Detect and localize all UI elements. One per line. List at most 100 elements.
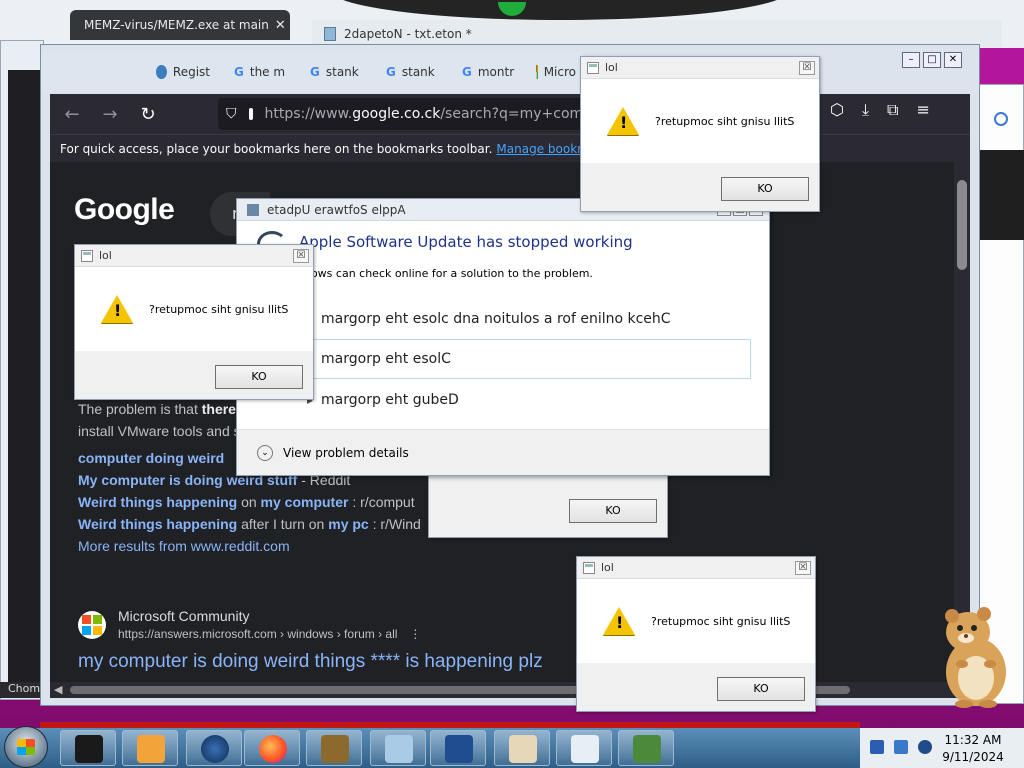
ko-button[interactable]: KO bbox=[569, 499, 657, 523]
menu-icon[interactable]: ≡ bbox=[916, 100, 929, 120]
ko-button[interactable]: KO bbox=[721, 177, 809, 201]
chevron-down-icon[interactable]: ⌄ bbox=[257, 444, 273, 461]
ghost-dark-panel bbox=[8, 70, 42, 690]
minimize-icon[interactable]: – bbox=[902, 52, 920, 68]
close-icon[interactable]: ☒ bbox=[293, 248, 309, 263]
window-controls: – □ ✕ bbox=[902, 52, 962, 68]
reload-icon[interactable]: ↻ bbox=[136, 104, 160, 125]
firefox-icon bbox=[259, 735, 287, 763]
horizontal-scrollbar[interactable]: ◀ bbox=[50, 682, 970, 698]
warning-icon: ! bbox=[101, 295, 133, 323]
ff-tab-1[interactable]: Regist bbox=[148, 58, 218, 86]
ko-button[interactable]: KO bbox=[717, 677, 805, 701]
ff-tab-label: stank bbox=[325, 65, 359, 79]
message-box-3: lol ☒ ! ?retupmoc siht gnisu llitS KO bbox=[576, 556, 816, 712]
display-icon[interactable] bbox=[894, 740, 908, 754]
microsoft-logo-icon bbox=[78, 611, 106, 639]
taskbar-app-3[interactable] bbox=[186, 730, 242, 766]
view-details-label: View problem details bbox=[283, 445, 409, 460]
option-debug[interactable]: margorp eht gubeD bbox=[307, 392, 459, 408]
close-tab-icon[interactable]: ✕ bbox=[275, 18, 286, 33]
terminal-icon bbox=[75, 735, 103, 763]
url-text: https://www.google.co.ck/search?q=my+com… bbox=[264, 106, 589, 122]
ghost-dark-strip bbox=[978, 150, 1024, 240]
ff-tab-label: stank bbox=[401, 65, 435, 79]
result-link-3[interactable]: Weird things happening on my computer : … bbox=[78, 494, 415, 510]
close-icon[interactable]: ✕ bbox=[944, 52, 962, 68]
message-text: ?retupmoc siht gnisu llitS bbox=[149, 302, 289, 316]
scroll-left-icon[interactable]: ◀ bbox=[54, 683, 62, 696]
result-source: Microsoft Community bbox=[118, 608, 250, 624]
toolbar-icons: ⬡ ⤓ ⧉ ≡ bbox=[830, 100, 930, 120]
ff-tab-label: montr bbox=[477, 65, 515, 79]
ff-tab-6[interactable]: Micro bbox=[528, 58, 584, 86]
message-box-2: lol ☒ ! ?retupmoc siht gnisu llitS KO bbox=[74, 244, 314, 400]
snippet-line-2: install VMware tools and s bbox=[78, 423, 241, 439]
taskbar-app-9[interactable] bbox=[556, 730, 612, 766]
network-icon[interactable] bbox=[870, 740, 884, 754]
taskbar-app-1[interactable] bbox=[60, 730, 116, 766]
result-url: https://answers.microsoft.com › windows … bbox=[118, 627, 422, 641]
pocket-icon[interactable]: ⬡ bbox=[830, 100, 844, 120]
ko-button[interactable]: KO bbox=[215, 365, 303, 389]
result-link-1[interactable]: computer doing weird bbox=[78, 450, 224, 466]
ff-tab-5[interactable]: G montr bbox=[454, 58, 528, 86]
ff-tab-label: Micro bbox=[543, 65, 576, 79]
clock-time[interactable]: 11:32 AM bbox=[928, 733, 1018, 747]
message-box-title: lol bbox=[601, 561, 614, 574]
message-box-title: lol bbox=[99, 249, 112, 262]
taskbar-app-10[interactable] bbox=[618, 730, 674, 766]
chrome-tab-label: MEMZ-virus/MEMZ.exe at main bbox=[84, 18, 269, 32]
back-icon[interactable]: ← bbox=[60, 104, 84, 125]
taskbar-app-2[interactable] bbox=[122, 730, 178, 766]
clock-date[interactable]: 9/11/2024 bbox=[928, 750, 1018, 764]
ff-tab-2[interactable]: G the m bbox=[226, 58, 298, 86]
extensions-icon[interactable]: ⧉ bbox=[887, 100, 898, 120]
hamster-assistant-icon[interactable] bbox=[938, 604, 1010, 708]
message-box-title: lol bbox=[605, 61, 618, 74]
document-icon bbox=[571, 735, 599, 763]
taskbar-app-7[interactable] bbox=[430, 730, 486, 766]
media-player-icon bbox=[137, 735, 165, 763]
paint-icon bbox=[509, 735, 537, 763]
shield-icon[interactable]: ⛉ bbox=[226, 106, 237, 122]
globe-icon bbox=[201, 735, 229, 763]
option-close-program[interactable]: margorp eht esolC bbox=[307, 351, 451, 367]
taskbar-app-8[interactable] bbox=[494, 730, 550, 766]
start-button[interactable] bbox=[4, 726, 48, 768]
crash-heading: Apple Software Update has stopped workin… bbox=[299, 233, 633, 251]
close-icon[interactable]: ☒ bbox=[799, 60, 815, 75]
close-icon[interactable]: ☒ bbox=[795, 560, 811, 575]
more-options-icon[interactable]: ⋮ bbox=[409, 627, 421, 641]
result-title-link[interactable]: my computer is doing weird things **** i… bbox=[78, 651, 543, 673]
crash-dialog-title: etadpU erawtfoS elppA bbox=[267, 202, 406, 217]
chrome-tab-memz[interactable]: MEMZ-virus/MEMZ.exe at main ✕ bbox=[70, 10, 290, 40]
google-g-icon: G bbox=[386, 65, 396, 79]
search-icon bbox=[994, 112, 1008, 126]
ff-tab-4[interactable]: G stank bbox=[378, 58, 450, 86]
google-g-icon: G bbox=[234, 65, 244, 79]
google-logo[interactable]: Google bbox=[74, 193, 175, 227]
url-bar[interactable]: ⛉ https://www.google.co.ck/search?q=my+c… bbox=[218, 98, 588, 130]
bookmarks-hint: For quick access, place your bookmarks h… bbox=[60, 141, 493, 156]
taskbar-app-5[interactable] bbox=[306, 730, 362, 766]
forward-icon[interactable]: → bbox=[98, 104, 122, 125]
download-icon[interactable]: ⤓ bbox=[862, 100, 869, 120]
bookmarks-toolbar: For quick access, place your bookmarks h… bbox=[50, 134, 970, 162]
google-g-icon: G bbox=[310, 65, 320, 79]
maximize-icon[interactable]: □ bbox=[923, 52, 941, 68]
taskbar-app-6[interactable] bbox=[370, 730, 426, 766]
message-text: ?retupmoc siht gnisu llitS bbox=[651, 614, 791, 628]
crash-dialog: etadpU erawtfoS elppA –□✕ Apple Software… bbox=[236, 198, 770, 476]
ff-tab-label: Regist bbox=[172, 65, 210, 79]
ff-tab-3[interactable]: G stank bbox=[302, 58, 374, 86]
result-link-4[interactable]: Weird things happening after I turn on m… bbox=[78, 516, 421, 532]
app-icon bbox=[247, 203, 259, 216]
dialog-icon bbox=[633, 735, 661, 763]
view-details-bar[interactable]: ⌄ View problem details bbox=[237, 429, 769, 475]
option-check-online[interactable]: margorp eht esolc dna noitulos a rof eni… bbox=[307, 311, 671, 327]
more-results-link[interactable]: More results from www.reddit.com bbox=[78, 538, 290, 554]
taskbar-app-4[interactable] bbox=[244, 730, 300, 766]
lock-icon bbox=[248, 108, 253, 120]
message-text: ?retupmoc siht gnisu llitS bbox=[655, 114, 795, 128]
